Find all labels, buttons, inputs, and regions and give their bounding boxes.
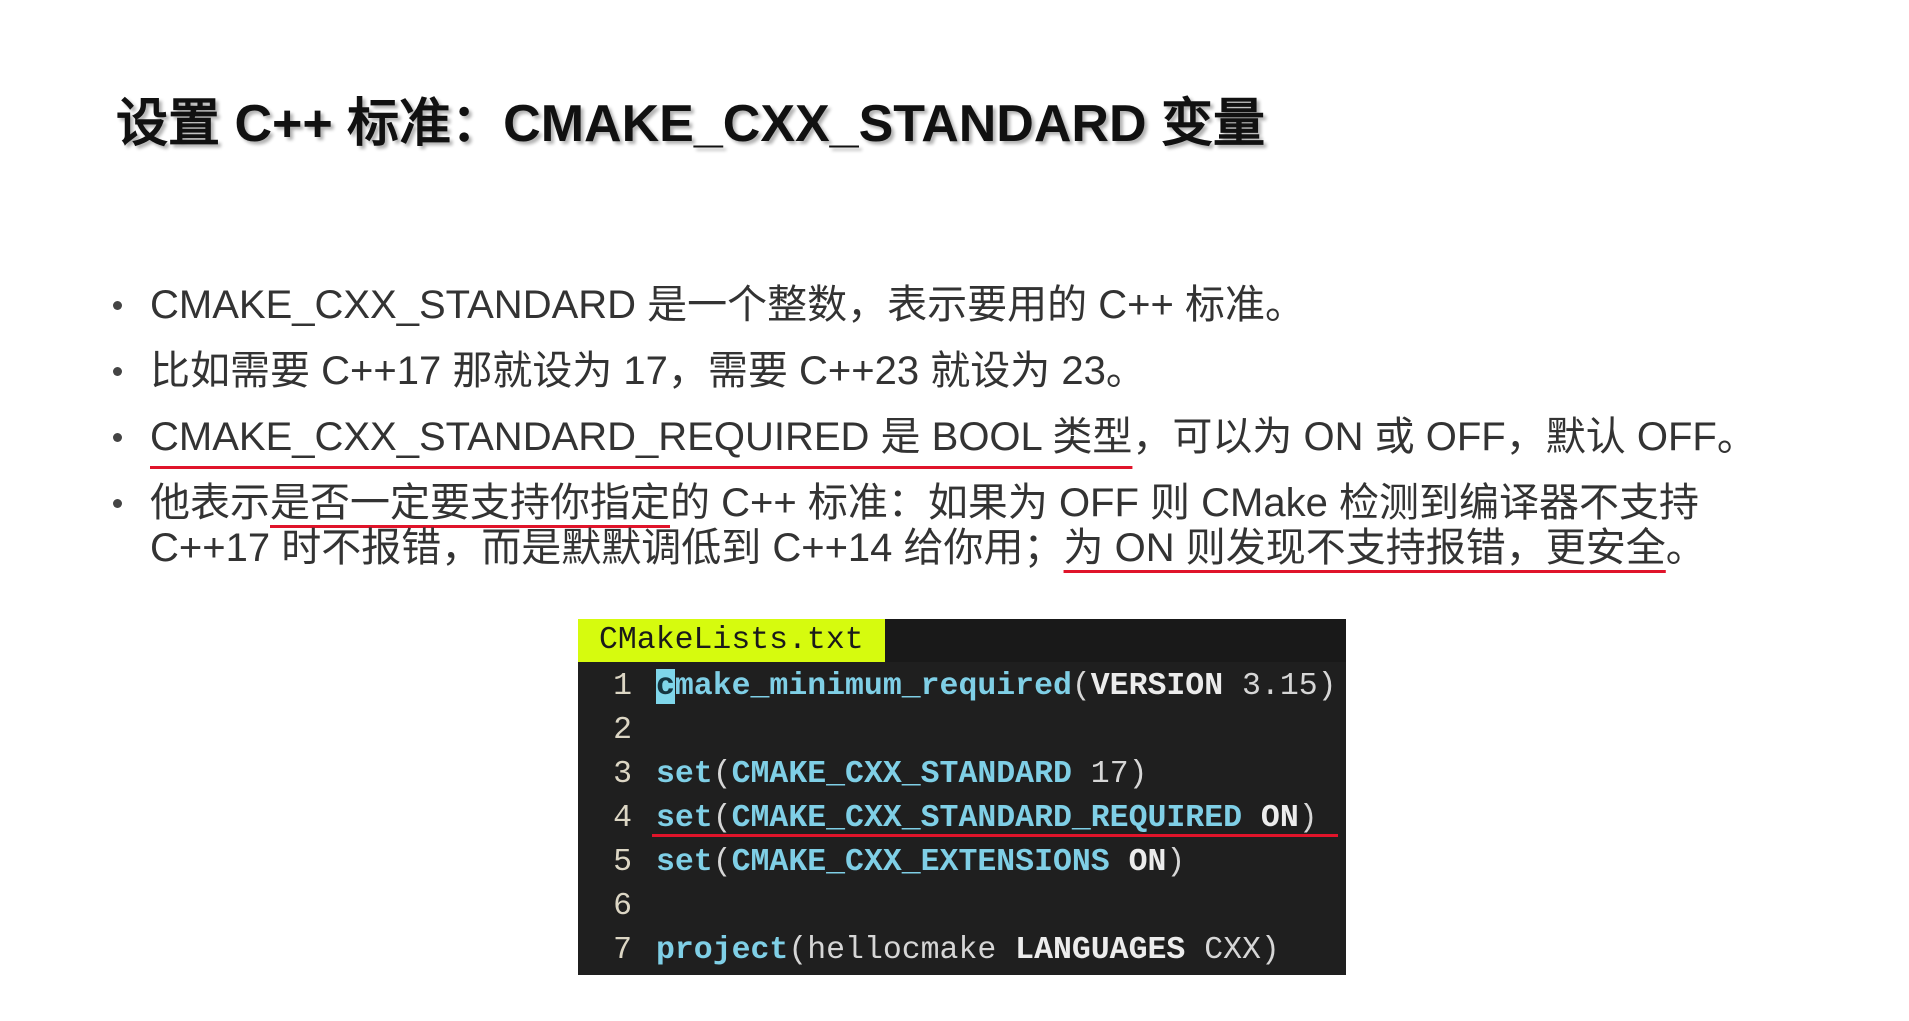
punctuation-token: ( [788, 933, 808, 968]
punctuation-token: ) [1260, 933, 1280, 968]
line-number: 7 [613, 933, 632, 968]
bullet-text: ，可以为 ON 或 OFF，默认 OFF。 [1132, 415, 1757, 459]
editor-tab-bar: CMakeLists.txt [578, 619, 1346, 662]
code-text: project(hellocmake LANGUAGES CXX) [656, 929, 1280, 973]
command-token: project [656, 933, 789, 968]
bullet-line: 他表示是否一定要支持你指定的 C++ 标准：如果为 OFF 则 CMake 检测… [150, 481, 1757, 526]
code-area: 1 cmake_minimum_required(VERSION 3.15) 2… [578, 662, 1346, 973]
slide-title: 设置 C++ 标准：CMAKE_CXX_STANDARD 变量 [116, 95, 1265, 153]
code-line: 6 [578, 885, 1346, 929]
bullet-list: CMAKE_CXX_STANDARD 是一个整数，表示要用的 C++ 标准。 比… [113, 283, 1757, 592]
code-line: 3 set(CMAKE_CXX_STANDARD 17) [578, 753, 1346, 797]
bullet-text: C++17 时不报错，而是默默调低到 C++14 给你用； [150, 526, 1064, 570]
bullet-icon [113, 301, 122, 310]
line-number: 3 [613, 757, 632, 792]
underlined-text: 是否一定要支持你指定 [270, 481, 670, 525]
line-number: 6 [613, 889, 632, 924]
bullet-item: CMAKE_CXX_STANDARD_REQUIRED 是 BOOL 类型，可以… [113, 415, 1757, 460]
red-underline-annotation [652, 834, 1338, 837]
argument-token: CXX [1185, 933, 1261, 968]
argument-token: 3.15 [1223, 669, 1318, 704]
line-number: 2 [613, 713, 632, 748]
text-cursor: c [656, 669, 675, 704]
keyword-token: ON [1242, 801, 1299, 836]
punctuation-token: ( [1071, 669, 1091, 704]
bullet-item: CMAKE_CXX_STANDARD 是一个整数，表示要用的 C++ 标准。 [113, 283, 1757, 328]
punctuation-token: ( [712, 845, 732, 880]
bullet-text: 的 C++ 标准：如果为 OFF 则 CMake 检测到编译器不支持 [670, 481, 1699, 525]
code-editor: CMakeLists.txt 1 cmake_minimum_required(… [578, 619, 1346, 975]
bullet-text: 他表示 [150, 481, 270, 525]
code-text: set(CMAKE_CXX_STANDARD_REQUIRED ON) [652, 797, 1338, 841]
variable-token: CMAKE_CXX_EXTENSIONS [731, 845, 1110, 880]
code-text: cmake_minimum_required(VERSION 3.15) [656, 665, 1337, 709]
punctuation-token: ) [1166, 845, 1186, 880]
code-text: set(CMAKE_CXX_EXTENSIONS ON) [656, 841, 1185, 885]
punctuation-token: ) [1128, 757, 1148, 792]
bullet-text: 。 [1665, 526, 1706, 570]
underlined-text: CMAKE_CXX_STANDARD_REQUIRED 是 BOOL 类型 [150, 415, 1133, 459]
code-line: 4 set(CMAKE_CXX_STANDARD_REQUIRED ON) [578, 797, 1346, 841]
bullet-text: CMAKE_CXX_STANDARD 是一个整数，表示要用的 C++ 标准。 [150, 283, 1305, 327]
bullet-icon [113, 433, 122, 442]
punctuation-token: ( [712, 757, 732, 792]
argument-token: 17 [1071, 757, 1129, 792]
line-number: 4 [613, 801, 632, 836]
punctuation-token: ) [1298, 801, 1318, 836]
punctuation-token: ( [712, 801, 732, 836]
code-line: 2 [578, 709, 1346, 753]
bullet-text: 比如需要 C++17 那就设为 17，需要 C++23 就设为 23。 [150, 349, 1146, 393]
command-token: set [656, 801, 713, 836]
punctuation-token: ) [1317, 669, 1337, 704]
line-number: 5 [613, 845, 632, 880]
code-line: 7 project(hellocmake LANGUAGES CXX) [578, 929, 1346, 973]
command-token: set [656, 845, 713, 880]
bullet-icon [113, 367, 122, 376]
command-token: set [656, 757, 713, 792]
code-text: set(CMAKE_CXX_STANDARD 17) [656, 753, 1148, 797]
code-line: 1 cmake_minimum_required(VERSION 3.15) [578, 665, 1346, 709]
command-token: make_minimum_required [674, 669, 1072, 704]
keyword-token: LANGUAGES [996, 933, 1186, 968]
keyword-token: VERSION [1090, 669, 1224, 704]
line-number: 1 [613, 669, 632, 704]
file-tab: CMakeLists.txt [578, 619, 885, 662]
argument-token: hellocmake [807, 933, 997, 968]
underlined-text: 为 ON 则发现不支持报错，更安全 [1063, 526, 1666, 570]
bullet-item: 比如需要 C++17 那就设为 17，需要 C++23 就设为 23。 [113, 349, 1757, 394]
bullet-line: C++17 时不报错，而是默默调低到 C++14 给你用；为 ON 则发现不支持… [150, 526, 1757, 571]
variable-token: CMAKE_CXX_STANDARD [731, 757, 1072, 792]
variable-token: CMAKE_CXX_STANDARD_REQUIRED [731, 801, 1243, 836]
slide: 设置 C++ 标准：CMAKE_CXX_STANDARD 变量 CMAKE_CX… [0, 0, 1909, 1021]
code-line: 5 set(CMAKE_CXX_EXTENSIONS ON) [578, 841, 1346, 885]
keyword-token: ON [1109, 845, 1167, 880]
bullet-icon [113, 499, 122, 508]
bullet-item: 他表示是否一定要支持你指定的 C++ 标准：如果为 OFF 则 CMake 检测… [113, 481, 1757, 571]
